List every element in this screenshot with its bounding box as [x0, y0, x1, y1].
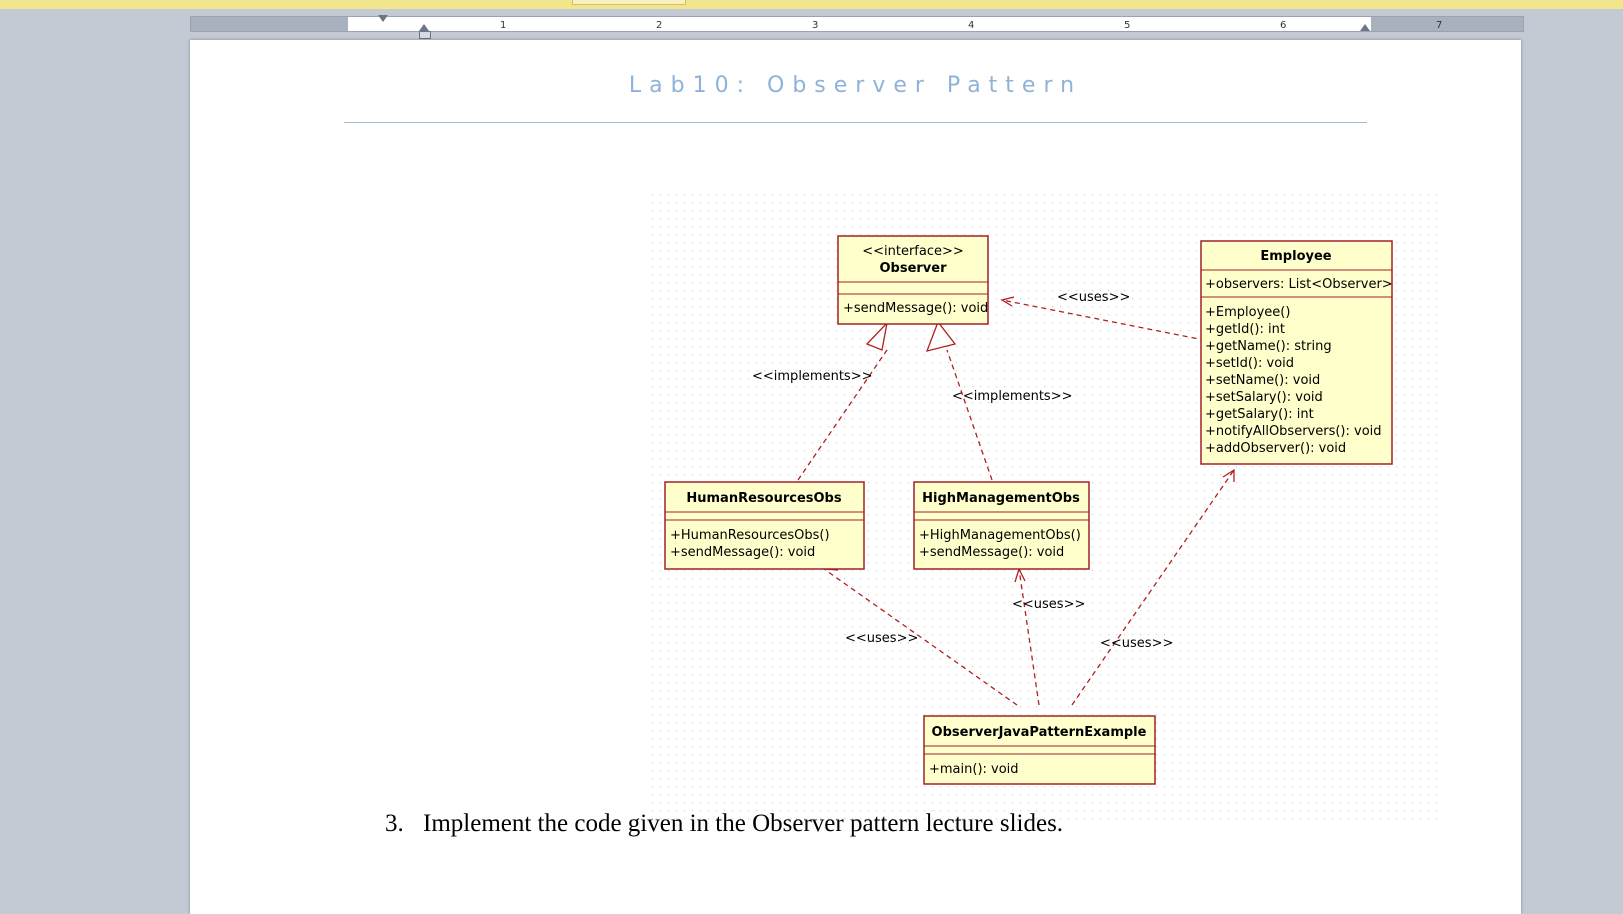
ruler-mark: 1 — [500, 20, 507, 31]
uml-class-diagram[interactable]: <<uses>> <<implements>> <<implements>> <… — [652, 194, 1438, 820]
hm-class-name: HighManagementObs — [922, 491, 1080, 506]
list-number: 3. — [385, 810, 404, 837]
title-underline — [344, 122, 1367, 123]
ruler-mark: 5 — [1124, 20, 1131, 31]
implements-label: <<implements>> — [752, 369, 872, 384]
employee-method: +getId(): int — [1205, 322, 1285, 337]
class-high-management-obs[interactable]: HighManagementObs +HighManagementObs() +… — [913, 481, 1090, 570]
list-item-text: Implement the code given in the Observer… — [423, 810, 1064, 837]
employee-method: +notifyAllObservers(): void — [1205, 424, 1382, 439]
implements-label: <<implements>> — [952, 389, 1072, 404]
ruler-right-margin — [1371, 17, 1523, 31]
hm-method: +HighManagementObs() — [919, 528, 1081, 543]
hm-method: +sendMessage(): void — [919, 545, 1064, 560]
uses-label: <<uses>> — [1057, 290, 1130, 305]
class-observer-java-pattern-example[interactable]: ObserverJavaPatternExample +main(): void — [923, 715, 1156, 785]
employee-class-name: Employee — [1260, 249, 1331, 264]
uml-diagram-canvas: <<uses>> <<implements>> <<implements>> <… — [652, 194, 1438, 820]
right-indent-marker[interactable] — [1360, 24, 1370, 31]
left-indent-marker[interactable] — [419, 31, 431, 39]
observer-stereotype: <<interface>> — [862, 244, 964, 259]
hr-method: +sendMessage(): void — [670, 545, 815, 560]
hr-method: +HumanResourcesObs() — [670, 528, 830, 543]
observer-class-name: Observer — [879, 261, 947, 276]
employee-method: +getName(): string — [1205, 339, 1332, 354]
employee-method: +getSalary(): int — [1205, 407, 1314, 422]
document-title: Lab10: Observer Pattern — [628, 73, 1083, 98]
horizontal-ruler[interactable]: 1 2 3 4 5 6 7 — [190, 15, 1524, 39]
employee-method: +setSalary(): void — [1205, 390, 1323, 405]
numbered-list-item[interactable]: 3. Implement the code given in the Observ… — [385, 810, 1063, 838]
example-class-name: ObserverJavaPatternExample — [932, 725, 1147, 740]
employee-method: +Employee() — [1205, 305, 1290, 320]
title-bar-strip — [0, 0, 1623, 9]
ruler-mark: 2 — [656, 20, 663, 31]
ribbon-tab-stub[interactable] — [572, 0, 686, 5]
document-page[interactable]: Lab10: Observer Pattern <<uses>> <<imple… — [190, 40, 1521, 914]
employee-method: +addObserver(): void — [1205, 441, 1346, 456]
class-human-resources-obs[interactable]: HumanResourcesObs +HumanResourcesObs() +… — [664, 481, 865, 570]
employee-method: +setId(): void — [1205, 356, 1294, 371]
class-observer[interactable]: <<interface>> Observer +sendMessage(): v… — [837, 235, 989, 325]
example-method: +main(): void — [929, 762, 1019, 777]
uses-label: <<uses>> — [1012, 597, 1085, 612]
hr-class-name: HumanResourcesObs — [686, 491, 841, 506]
ruler-mark: 3 — [812, 20, 819, 31]
uses-label: <<uses>> — [845, 631, 918, 646]
uses-label: <<uses>> — [1100, 636, 1173, 651]
ruler-left-margin — [191, 17, 348, 31]
observer-method: +sendMessage(): void — [843, 301, 988, 316]
hanging-indent-marker[interactable] — [419, 24, 429, 31]
employee-method: +setName(): void — [1205, 373, 1320, 388]
employee-attribute: +observers: List<Observer> — [1205, 277, 1393, 292]
ruler-mark: 4 — [968, 20, 975, 31]
ruler-mark: 6 — [1280, 20, 1287, 31]
class-employee[interactable]: Employee +observers: List<Observer> +Emp… — [1200, 240, 1393, 465]
first-line-indent-marker[interactable] — [378, 15, 388, 22]
ruler-mark: 7 — [1436, 20, 1443, 31]
